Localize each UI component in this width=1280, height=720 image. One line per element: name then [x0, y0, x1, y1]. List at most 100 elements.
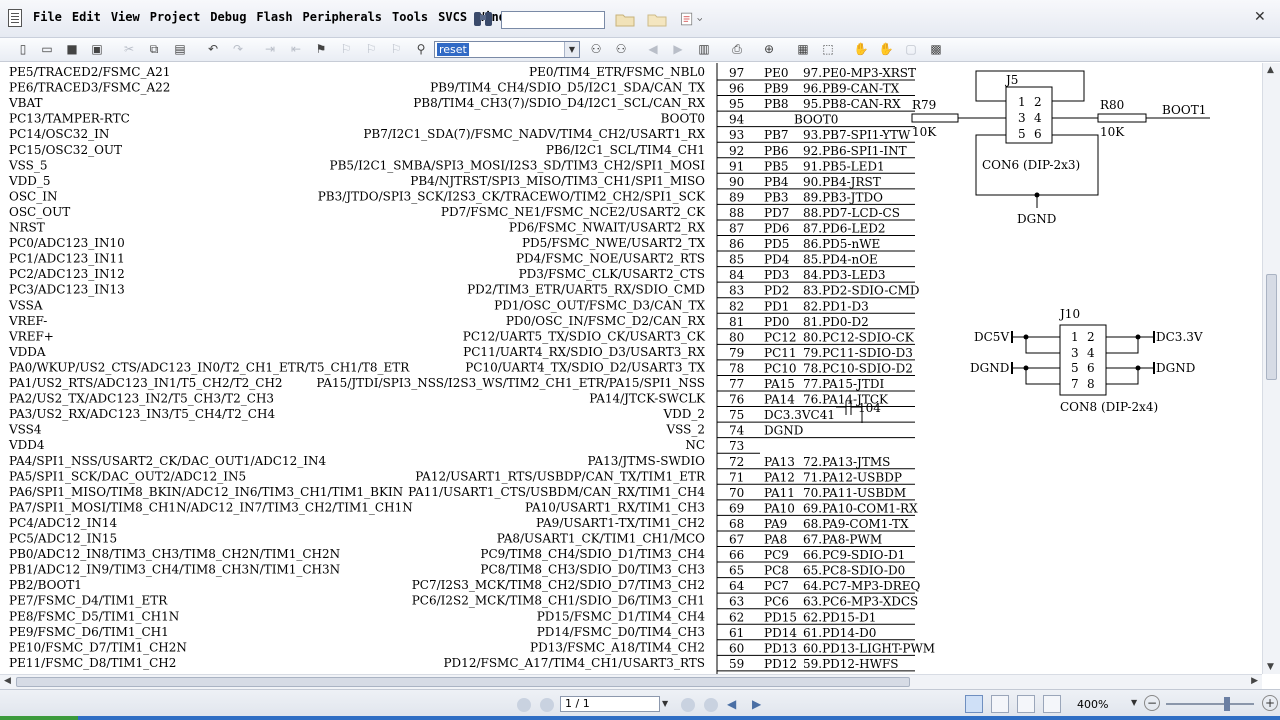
- pin-number: 73: [729, 439, 744, 453]
- clear-bookmarks-icon[interactable]: ⚐: [388, 41, 404, 57]
- menu-edit[interactable]: Edit: [67, 10, 106, 24]
- right-signal-label: PD15/FSMC_D1/TIM4_CH4: [537, 609, 706, 623]
- scroll-up-icon[interactable]: ▲: [1267, 65, 1274, 75]
- forward-view-icon[interactable]: ▶: [752, 697, 761, 711]
- zoom-slider-handle[interactable]: [1224, 697, 1230, 711]
- find-icon[interactable]: ⚇: [588, 41, 604, 57]
- menu-file[interactable]: File: [28, 10, 67, 24]
- right-signal-label: NC: [685, 438, 705, 452]
- save-all-icon[interactable]: ▣: [89, 41, 105, 57]
- next-page-icon[interactable]: [681, 698, 695, 712]
- menu-svcs[interactable]: SVCS: [433, 10, 472, 24]
- horizontal-scroll-thumb[interactable]: [16, 677, 910, 687]
- bookmark-icon[interactable]: ⚑: [313, 41, 329, 57]
- single-page-view-button[interactable]: [965, 695, 983, 713]
- menu-debug[interactable]: Debug: [205, 10, 251, 24]
- menu-view[interactable]: View: [106, 10, 145, 24]
- schematic-viewport[interactable]: PE5/TRACED2/FSMC_A21 PE6/TRACED3/FSMC_A22…: [0, 63, 1262, 674]
- search-combo[interactable]: reset ▼: [434, 41, 580, 58]
- hand-tool-icon[interactable]: ✋: [853, 41, 869, 57]
- new-file-icon[interactable]: ▯: [15, 41, 31, 57]
- find-in-files-icon[interactable]: ⚲: [413, 41, 429, 57]
- open-file-icon[interactable]: ▭: [39, 41, 55, 57]
- prev-page-icon[interactable]: [540, 698, 554, 712]
- pin-number: 60: [729, 641, 744, 655]
- zoom-out-icon[interactable]: −: [1144, 695, 1160, 711]
- scroll-right-icon[interactable]: ▶: [1251, 676, 1258, 686]
- continuous-view-button[interactable]: [991, 695, 1009, 713]
- zoom-slider-track[interactable]: [1166, 703, 1254, 705]
- incremental-find-icon[interactable]: ⚇: [613, 41, 629, 57]
- right-signal-label: PC7/I2S3_MCK/TIM8_CH2/SDIO_D7/TIM3_CH2: [412, 578, 705, 592]
- zoom-dropdown-icon[interactable]: ▼: [1131, 698, 1137, 707]
- pin-net-label: 88.PD7-LCD-CS: [803, 206, 900, 220]
- j10-gnd-right-label: DGND: [1156, 361, 1195, 375]
- left-signal-label: OSC_IN: [9, 189, 57, 203]
- snapshot-icon[interactable]: ▢: [903, 41, 919, 57]
- pin-port-label: PD15: [764, 610, 797, 624]
- select-tool-icon[interactable]: ⬚: [820, 41, 836, 57]
- right-signal-label: BOOT0: [661, 112, 705, 126]
- save-icon[interactable]: ■: [64, 41, 80, 57]
- menu-peripherals[interactable]: Peripherals: [298, 10, 387, 24]
- outdent-icon[interactable]: ⇤: [288, 41, 304, 57]
- right-signal-label: PA8/USART1_CK/TIM1_CH1/MCO: [497, 532, 705, 546]
- pin-net-label: 77.PA15-JTDI: [803, 377, 884, 391]
- right-signal-label: PA15/JTDI/SPI3_NSS/I2S3_WS/TIM2_CH1_ETR/…: [316, 376, 705, 390]
- zoom-search-icon[interactable]: ⊕: [761, 41, 777, 57]
- chevron-down-icon[interactable]: ▼: [564, 42, 579, 57]
- save-folder-icon[interactable]: [646, 9, 668, 29]
- paste-icon[interactable]: ▤: [172, 41, 188, 57]
- page-number-field[interactable]: 1 / 1: [560, 696, 660, 712]
- indent-icon[interactable]: ⇥: [262, 41, 278, 57]
- toolbar: ▯ ▭ ■ ▣ ✂ ⧉ ▤ ↶ ↷ ⇥ ⇤ ⚑ ⚐ ⚐ ⚐ ⚲ reset ▼ …: [0, 38, 1280, 62]
- continuous-facing-view-button[interactable]: [1043, 695, 1061, 713]
- menu-project[interactable]: Project: [145, 10, 206, 24]
- next-bookmark-icon[interactable]: ⚐: [363, 41, 379, 57]
- menu-flash[interactable]: Flash: [251, 10, 297, 24]
- prev-bookmark-icon[interactable]: ⚐: [338, 41, 354, 57]
- j5-pin-2: 2: [1034, 95, 1042, 109]
- menu-tools[interactable]: Tools: [387, 10, 433, 24]
- page-view-icon[interactable]: ▦: [795, 41, 811, 57]
- document-dropdown-icon[interactable]: [680, 9, 702, 29]
- undo-icon[interactable]: ↶: [205, 41, 221, 57]
- close-icon[interactable]: ✕: [1254, 9, 1266, 25]
- forward-arrow-icon[interactable]: ▶: [670, 41, 686, 57]
- pin-net-label: 62.PD15-D1: [803, 610, 876, 624]
- right-signal-label: PA9/USART1-TX/TIM1_CH2: [536, 516, 705, 530]
- left-signal-label: PA0/WKUP/US2_CTS/ADC123_IN0/T2_CH1_ETR/T…: [9, 360, 410, 374]
- redo-icon[interactable]: ↷: [230, 41, 246, 57]
- navigate-icon[interactable]: ▥: [696, 41, 712, 57]
- binoculars-icon[interactable]: [472, 9, 494, 29]
- left-signal-label: PB2/BOOT1: [9, 578, 82, 592]
- horizontal-scrollbar[interactable]: ◀ ▶: [0, 674, 1262, 689]
- print-icon[interactable]: ⎙: [729, 41, 745, 57]
- pin-net-label: 86.PD5-nWE: [803, 237, 880, 251]
- pin-net-label: 90.PB4-JRST: [803, 175, 881, 189]
- copy-icon[interactable]: ⧉: [146, 41, 162, 57]
- pin-number: 72: [729, 455, 744, 469]
- back-arrow-icon[interactable]: ◀: [645, 41, 661, 57]
- vertical-scrollbar[interactable]: ▲ ▼: [1262, 63, 1280, 674]
- j5-connector: J5 1 2 3 4 5 6 R79 10K R80 10K BOOT1 CON…: [911, 70, 1210, 226]
- zoom-in-icon[interactable]: +: [1262, 695, 1278, 711]
- facing-view-button[interactable]: [1017, 695, 1035, 713]
- left-signal-label: PC3/ADC123_IN13: [9, 283, 125, 297]
- back-view-icon[interactable]: ◀: [727, 697, 736, 711]
- last-page-icon[interactable]: [704, 698, 718, 712]
- zoom-level[interactable]: 400%: [1077, 698, 1108, 711]
- left-signal-label: PA3/US2_RX/ADC123_IN3/T5_CH4/T2_CH4: [9, 407, 275, 421]
- page-dropdown-icon[interactable]: ▼: [662, 696, 672, 712]
- start-button[interactable]: [0, 716, 78, 720]
- scroll-down-icon[interactable]: ▼: [1267, 662, 1274, 672]
- open-folder-icon[interactable]: [614, 9, 636, 29]
- fit-page-icon[interactable]: ▩: [928, 41, 944, 57]
- find-input[interactable]: [501, 11, 605, 29]
- scroll-left-icon[interactable]: ◀: [4, 676, 11, 686]
- pin-net-label: 72.PA13-JTMS: [803, 455, 890, 469]
- cut-icon[interactable]: ✂: [121, 41, 137, 57]
- hand-tool-alt-icon[interactable]: ✋: [878, 41, 894, 57]
- vertical-scroll-thumb[interactable]: [1266, 274, 1277, 380]
- first-page-icon[interactable]: [517, 698, 531, 712]
